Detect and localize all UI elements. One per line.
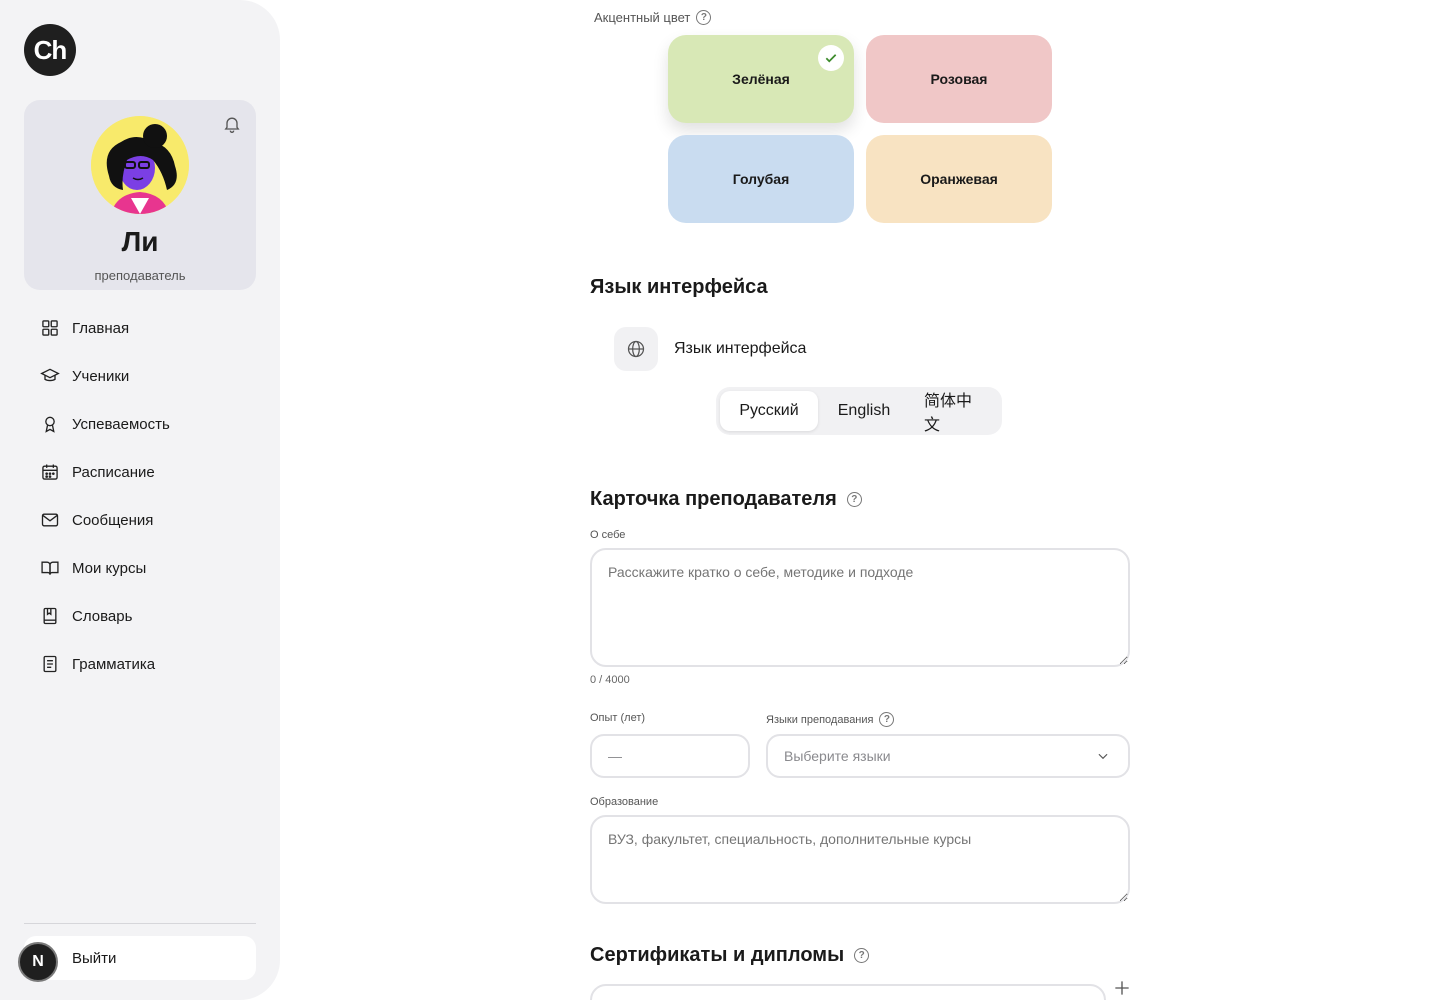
nav-item-students[interactable]: Ученики <box>24 352 256 400</box>
profile-card: Ли преподаватель <box>24 100 256 290</box>
nav-label: Сообщения <box>72 511 154 529</box>
accent-color-label: Акцентный цвет ? <box>594 10 712 25</box>
plus-icon[interactable] <box>1112 978 1132 998</box>
nav-item-schedule[interactable]: Расписание <box>24 448 256 496</box>
swatch-label: Зелёная <box>732 71 790 87</box>
award-icon <box>45 416 55 433</box>
about-textarea[interactable] <box>590 548 1130 667</box>
nav-item-courses[interactable]: Мои курсы <box>24 544 256 592</box>
profile-role: преподаватель <box>94 268 186 283</box>
nav-label: Расписание <box>72 463 155 481</box>
globe-icon <box>614 327 658 371</box>
logout-button[interactable]: Выйти <box>24 936 256 980</box>
settings-main: Акцентный цвет ? Зелёная Розовая Голубая… <box>590 0 1130 1000</box>
nav-label: Главная <box>72 319 130 337</box>
book-open-icon <box>41 561 59 575</box>
experience-label: Опыт (лет) <box>590 712 646 724</box>
mail-icon <box>41 513 59 527</box>
help-icon[interactable]: ? <box>879 712 895 727</box>
accent-swatch-blue[interactable]: Голубая <box>668 135 854 223</box>
teaching-languages-select[interactable]: Выберите языки <box>766 734 1130 778</box>
teaching-languages-label: Языки преподавания ? <box>766 712 895 727</box>
sidebar-nav: Главная Ученики Успеваемость Расписание … <box>24 304 256 688</box>
about-counter: 0 / 4000 <box>590 674 630 686</box>
nav-label: Мои курсы <box>72 559 147 577</box>
language-option-en[interactable]: English <box>822 391 906 431</box>
nav-item-dictionary[interactable]: Словарь <box>24 592 256 640</box>
swatch-label: Розовая <box>930 71 988 87</box>
book-icon <box>43 607 57 625</box>
avatar[interactable] <box>91 116 189 214</box>
nav-label: Грамматика <box>72 655 156 673</box>
help-icon[interactable]: ? <box>696 10 712 25</box>
user-badge[interactable]: N <box>18 942 58 982</box>
teacher-card-title: Карточка преподавателя ? <box>590 488 862 511</box>
sidebar: Ch Ли преподаватель Главная Ученики Успе… <box>0 0 280 1000</box>
check-icon <box>818 45 844 71</box>
nav-item-progress[interactable]: Успеваемость <box>24 400 256 448</box>
language-option-ru[interactable]: Русский <box>720 391 818 431</box>
swatch-label: Голубая <box>732 171 790 187</box>
certificates-title: Сертификаты и дипломы ? <box>590 944 870 967</box>
experience-input[interactable]: — <box>590 734 750 778</box>
logout-label: Выйти <box>72 949 117 967</box>
app-logo[interactable]: Ch <box>24 24 76 76</box>
language-section-title: Язык интерфейса <box>590 276 768 298</box>
education-label: Образование <box>590 796 659 808</box>
help-icon[interactable]: ? <box>854 948 870 963</box>
bell-icon[interactable] <box>222 114 242 134</box>
nav-label: Ученики <box>72 367 130 385</box>
chevron-down-icon <box>1098 753 1108 760</box>
nav-item-messages[interactable]: Сообщения <box>24 496 256 544</box>
nav-item-grammar[interactable]: Грамматика <box>24 640 256 688</box>
nav-label: Словарь <box>72 607 133 625</box>
certificate-card[interactable] <box>590 984 1106 1000</box>
nav-label: Успеваемость <box>72 415 170 433</box>
nav-item-home[interactable]: Главная <box>24 304 256 352</box>
sidebar-divider <box>24 923 256 924</box>
profile-name: Ли <box>121 226 159 257</box>
language-option-zh[interactable]: 简体中文 <box>910 391 998 434</box>
language-switcher: Русский English 简体中文 <box>716 387 1002 435</box>
accent-swatch-pink[interactable]: Розовая <box>866 35 1052 123</box>
grid-icon <box>42 320 58 336</box>
accent-swatch-green[interactable]: Зелёная <box>668 35 854 123</box>
accent-swatch-orange[interactable]: Оранжевая <box>866 135 1052 223</box>
swatch-label: Оранжевая <box>920 171 998 187</box>
notebook-icon <box>43 655 57 673</box>
about-label: О себе <box>590 529 626 541</box>
graduation-cap-icon <box>40 368 60 382</box>
help-icon[interactable]: ? <box>846 492 862 507</box>
education-textarea[interactable] <box>590 815 1130 904</box>
language-row-label: Язык интерфейса <box>674 340 807 357</box>
calendar-icon <box>42 464 58 480</box>
